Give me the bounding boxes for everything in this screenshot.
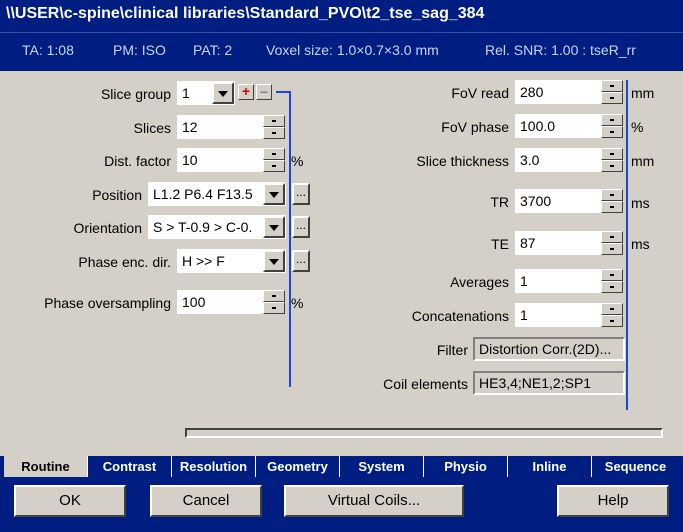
fov-read-label: FoV read: [451, 85, 509, 101]
tr-label: TR: [490, 194, 509, 210]
tab-contrast[interactable]: Contrast: [88, 456, 172, 477]
coil-elements-field: HE3,4;NE1,2;SP1: [473, 371, 625, 395]
slice-group-label: Slice group: [100, 86, 171, 102]
tr-stepper[interactable]: [601, 189, 623, 213]
averages-label: Averages: [450, 274, 509, 290]
phase-os-stepper[interactable]: [263, 290, 285, 314]
dist-factor-stepper[interactable]: [263, 148, 285, 172]
phase-os-field[interactable]: 100: [177, 290, 263, 314]
slices-label: Slices: [133, 120, 171, 136]
concatenations-field[interactable]: 1: [515, 303, 601, 327]
tab-bar: Routine Contrast Resolution Geometry Sys…: [0, 456, 683, 477]
tab-routine[interactable]: Routine: [4, 456, 88, 477]
button-bar: OK Cancel Virtual Coils... Help: [0, 477, 683, 532]
slice-group-bracket-line: [276, 91, 290, 93]
tr-field[interactable]: 3700: [515, 189, 601, 213]
te-stepper[interactable]: [601, 231, 623, 255]
fov-read-unit: mm: [631, 85, 655, 101]
te-label: TE: [491, 236, 509, 252]
window-title: \\USER\c-spine\clinical libraries\Standa…: [6, 5, 485, 22]
coil-elements-label: Coil elements: [383, 376, 468, 392]
slice-thickness-stepper[interactable]: [601, 148, 623, 172]
fov-phase-field[interactable]: 100.0: [515, 114, 601, 138]
slice-thickness-label: Slice thickness: [416, 153, 509, 169]
voxel-size-readout: Voxel size: 1.0×0.7×3.0 mm: [266, 42, 439, 58]
tab-system[interactable]: System: [340, 456, 424, 477]
title-bar: \\USER\c-spine\clinical libraries\Standa…: [0, 0, 683, 32]
tab-resolution[interactable]: Resolution: [172, 456, 256, 477]
te-unit: ms: [631, 236, 650, 252]
slice-thickness-unit: mm: [631, 153, 655, 169]
phase-os-label: Phase oversampling: [44, 295, 171, 311]
phase-enc-dropdown-icon[interactable]: [263, 250, 285, 272]
slice-group-divider: [289, 91, 291, 387]
info-bar: TA: 1:08 PM: ISO PAT: 2 Voxel size: 1.0×…: [0, 32, 683, 71]
pm-readout: PM: ISO: [113, 42, 166, 58]
tab-geometry[interactable]: Geometry: [256, 456, 340, 477]
dist-factor-unit: %: [291, 153, 304, 169]
te-field[interactable]: 87: [515, 231, 601, 255]
fov-phase-stepper[interactable]: [601, 114, 623, 138]
concatenations-label: Concatenations: [411, 308, 509, 324]
help-button[interactable]: Help: [557, 485, 669, 517]
snr-readout: Rel. SNR: 1.00 : tseR_rr: [485, 42, 636, 58]
filter-button[interactable]: Distortion Corr.(2D)...: [473, 337, 625, 361]
fov-read-field[interactable]: 280: [515, 80, 601, 104]
orientation-more-button[interactable]: ...: [292, 216, 310, 238]
pat-readout: PAT: 2: [193, 42, 233, 58]
phase-enc-more-button[interactable]: ...: [292, 250, 310, 272]
ta-readout: TA: 1:08: [22, 42, 74, 58]
right-column-divider: [626, 80, 628, 410]
phase-enc-label: Phase enc. dir.: [78, 254, 171, 270]
orientation-dropdown-icon[interactable]: [263, 216, 285, 238]
phase-os-unit: %: [291, 295, 304, 311]
cancel-button[interactable]: Cancel: [150, 485, 262, 517]
averages-field[interactable]: 1: [515, 269, 601, 293]
progress-bar: [185, 428, 663, 438]
position-label: Position: [92, 187, 142, 203]
position-more-button[interactable]: ...: [292, 183, 310, 205]
fov-phase-label: FoV phase: [441, 119, 509, 135]
ok-button[interactable]: OK: [14, 485, 126, 517]
tab-sequence[interactable]: Sequence: [592, 456, 679, 477]
dist-factor-label: Dist. factor: [104, 153, 171, 169]
tab-physio[interactable]: Physio: [424, 456, 508, 477]
protocol-window: \\USER\c-spine\clinical libraries\Standa…: [0, 0, 683, 532]
slice-group-dropdown-icon[interactable]: [212, 82, 234, 104]
slice-thickness-field[interactable]: 3.0: [515, 148, 601, 172]
fov-read-stepper[interactable]: [601, 80, 623, 104]
filter-label: Filter: [436, 342, 468, 358]
slices-stepper[interactable]: [263, 115, 285, 139]
tr-unit: ms: [631, 195, 650, 211]
add-slice-group-button[interactable]: +: [238, 84, 254, 100]
dist-factor-field[interactable]: 10: [177, 148, 263, 172]
position-dropdown-icon[interactable]: [263, 183, 285, 205]
fov-phase-unit: %: [631, 119, 644, 135]
slices-field[interactable]: 12: [177, 115, 263, 139]
remove-slice-group-button[interactable]: –: [256, 84, 272, 100]
concatenations-stepper[interactable]: [601, 303, 623, 327]
virtual-coils-button[interactable]: Virtual Coils...: [284, 485, 464, 517]
orientation-label: Orientation: [73, 220, 142, 236]
tab-inline[interactable]: Inline: [508, 456, 592, 477]
averages-stepper[interactable]: [601, 269, 623, 293]
